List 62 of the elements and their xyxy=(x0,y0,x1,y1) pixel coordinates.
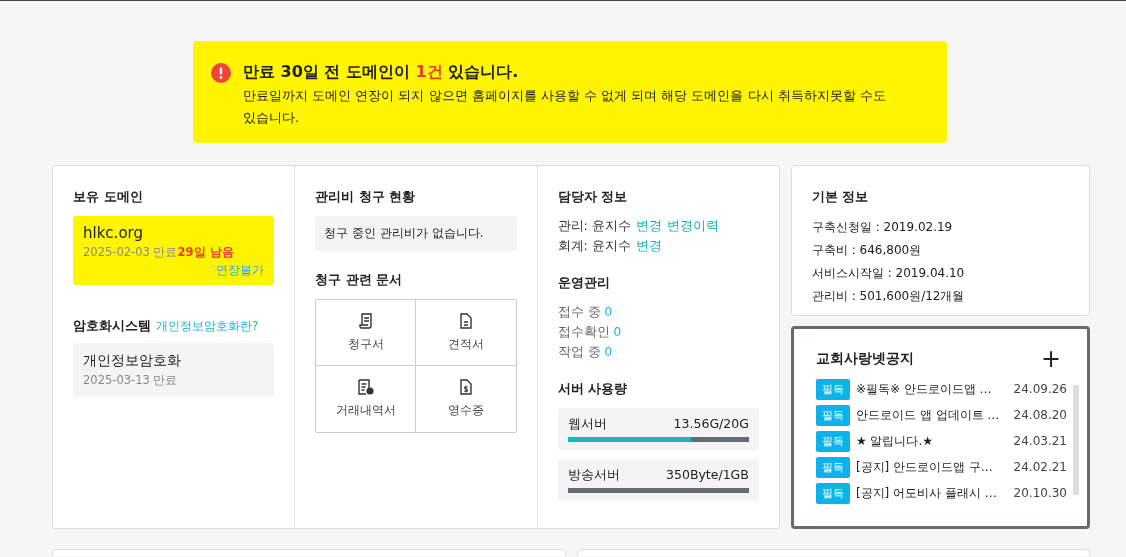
document-clock-icon xyxy=(357,379,374,395)
notice-date: 20.10.30 xyxy=(1013,486,1067,500)
notice-title: 교회사랑넷공지 xyxy=(815,350,914,368)
contact-name: 윤지수 xyxy=(591,218,631,233)
notice-text: ★ 알립니다.★ xyxy=(855,432,935,450)
section-title: 관리비 청구 현황 xyxy=(315,188,416,206)
scroll-icon xyxy=(358,312,373,329)
section-title: 기본 정보 xyxy=(811,188,869,206)
badge: 필독 xyxy=(815,378,850,400)
badge: 필독 xyxy=(815,456,850,478)
notice-date: 24.08.20 xyxy=(1013,408,1067,422)
service-name: 개인정보암호화 xyxy=(83,352,182,370)
alert-message: 만료일까지 도메인 연장이 되지 않으면 홈페이지를 사용할 수 없게 되며 해당 도메인을 다시 취득하지못할 수도 있습니다. xyxy=(243,87,887,127)
notice-text: [공지] 안드로이드앱 구… xyxy=(855,458,994,476)
notice-date: 24.09.26 xyxy=(1013,382,1067,396)
badge: 필독 xyxy=(815,482,850,504)
info-row-text: 구축신청일 : 2019.02.19 xyxy=(811,219,954,236)
document-button[interactable]: 거래내역서 xyxy=(316,366,417,432)
server-name: 웹서버 xyxy=(567,416,607,433)
domain-card[interactable]: hlkc.org 2025-02-03 만료29일 남음 연장불가 xyxy=(73,216,275,285)
info-row-text: 서비스시작일 : 2019.04.10 xyxy=(811,265,966,282)
section-title: 암호화시스템 xyxy=(73,317,151,335)
document-button[interactable]: 견적서 xyxy=(416,300,517,366)
notice-item[interactable]: 필독 [공지] 어도비사 플래시 … 20.10.30 xyxy=(815,481,1067,505)
notice-text: [공지] 어도비사 플래시 … xyxy=(855,484,998,502)
contact-label: 회계: xyxy=(557,238,588,253)
alert-title: 만료 30일 전 도메인이 1건 있습니다. xyxy=(243,61,520,83)
notice-item[interactable]: 필독 안드로이드 앱 업데이트 … 24.08.20 xyxy=(815,403,1067,427)
service-expiry: 2025-03-13 만료 xyxy=(83,373,179,388)
notice-date: 24.02.21 xyxy=(1013,460,1067,474)
notice-item[interactable]: 필독 ★ 알립니다.★ 24.03.21 xyxy=(815,429,1067,453)
info-row-text: 관리비 : 501,600원/12개월 xyxy=(811,288,966,305)
server-name: 방송서버 xyxy=(567,467,620,484)
warning-icon xyxy=(211,63,231,83)
section-title: 청구 관련 문서 xyxy=(315,271,403,289)
notice-text: ※필독※ 안드로이드앱 … xyxy=(855,380,993,398)
document-icon xyxy=(460,312,473,329)
notice-item[interactable]: 필독 ※필독※ 안드로이드앱 … 24.09.26 xyxy=(815,377,1067,401)
contact-label: 관리: xyxy=(557,218,588,233)
notice-date: 24.03.21 xyxy=(1013,434,1067,448)
domain-expiry: 2025-02-03 만료29일 남음 xyxy=(83,245,235,260)
usage-text: 13.56G/20G xyxy=(673,416,749,433)
dollar-document-icon xyxy=(460,379,473,395)
contact-name: 윤지수 xyxy=(591,238,631,253)
info-row-text: 구축비 : 646,800원 xyxy=(811,242,923,259)
document-button[interactable]: 청구서 xyxy=(316,300,417,366)
section-title: 서버 사용량 xyxy=(557,380,628,398)
notice-item[interactable]: 필독 [공지] 안드로이드앱 구… 24.02.21 xyxy=(815,455,1067,479)
usage-text: 350Byte/1GB xyxy=(666,467,749,484)
status-label: 접수확인 xyxy=(557,324,610,339)
badge: 필독 xyxy=(815,430,850,452)
empty-message: 청구 중인 관리비가 없습니다. xyxy=(315,216,517,251)
badge: 필독 xyxy=(815,404,850,426)
scrollbar[interactable] xyxy=(1073,385,1079,495)
notice-text: 안드로이드 앱 업데이트 … xyxy=(855,406,1001,424)
status-label: 작업 중 xyxy=(557,344,601,359)
domain-name: hlkc.org xyxy=(83,224,144,242)
section-title: 담당자 정보 xyxy=(557,188,628,206)
section-title: 운영관리 xyxy=(557,274,610,292)
status-label: 접수 중 xyxy=(557,304,601,319)
add-button[interactable]: + xyxy=(1040,347,1061,371)
section-title: 보유 도메인 xyxy=(73,188,143,206)
